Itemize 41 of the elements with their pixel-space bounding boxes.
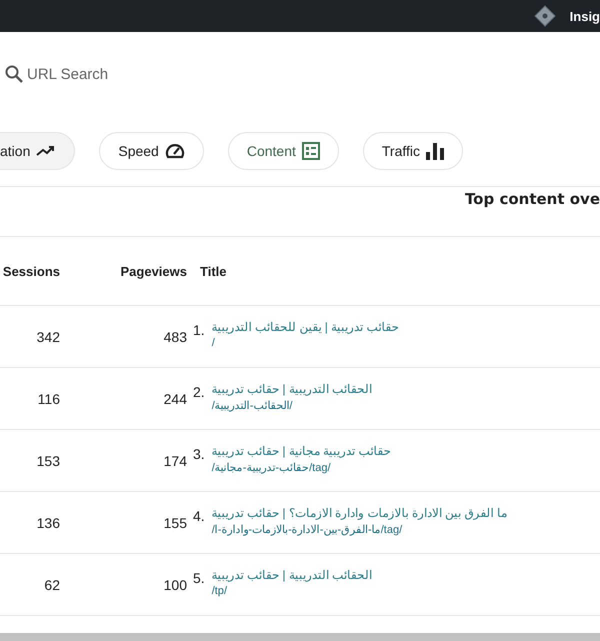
page-title-link[interactable]: ما الفرق بين الادارة بالازمات وادارة الازمات؟ | حقائب تدريبية [212, 506, 507, 520]
column-header[interactable]: Title [200, 264, 226, 278]
trending-up-icon [36, 145, 56, 157]
horizontal-scrollbar[interactable] [0, 633, 600, 641]
table-cell: 116 [38, 390, 60, 406]
page-title-link[interactable]: الحقائب التدريبية | حقائب تدريبية [212, 382, 372, 396]
page-url-link[interactable]: /الحقائب-التدريبية/ [212, 399, 292, 412]
search-icon [5, 65, 23, 83]
row-number: 4. [193, 508, 205, 524]
table-cell: 136 [36, 514, 60, 530]
app-name[interactable]: Insig [570, 8, 600, 24]
table-cell: 483 [164, 328, 187, 344]
row-number: 3. [193, 446, 205, 462]
tab[interactable]: Content [228, 132, 339, 170]
page-title-link[interactable]: حقائب تدريبية | يقين للحقائب التدريبية [212, 320, 398, 334]
table-cell: 153 [36, 452, 60, 468]
section-title: Top content ove [464, 190, 600, 210]
page-url-link[interactable]: /tag/حقائب-تدريبية-مجانية/ [212, 461, 330, 474]
table-cell: 244 [164, 390, 187, 406]
table-cell: 100 [164, 576, 187, 592]
tab[interactable]: Traffic [362, 132, 464, 170]
column-header[interactable]: Sessions [2, 264, 60, 278]
page-title-link[interactable]: الحقائب التدريبية | حقائب تدريبية [212, 568, 372, 582]
table-cell: 62 [44, 576, 60, 592]
page-url-link[interactable]: /tag/ما-الفرق-بين-الادارة-بالازمات-وادارة-ا/ [212, 523, 402, 536]
row-number: 1. [193, 322, 205, 338]
table-cell: 155 [164, 514, 187, 530]
row-number: 5. [193, 570, 205, 586]
table-cell: 174 [164, 452, 187, 468]
diamond-logo-icon [534, 5, 556, 27]
gauge-icon [164, 142, 185, 160]
table-icon [302, 142, 320, 160]
page-url-link[interactable]: /tp/ [212, 585, 227, 597]
table-cell: 342 [36, 328, 60, 344]
row-number: 2. [193, 384, 205, 400]
page-url-link[interactable]: / [212, 337, 215, 349]
bar-chart-icon [426, 142, 444, 160]
tab[interactable]: Speed [99, 132, 204, 170]
column-header[interactable]: Pageviews [120, 264, 187, 278]
page-title-link[interactable]: حقائب تدريبية مجانية | حقائب تدريبية [212, 444, 390, 458]
tab[interactable]: ation [0, 132, 76, 170]
